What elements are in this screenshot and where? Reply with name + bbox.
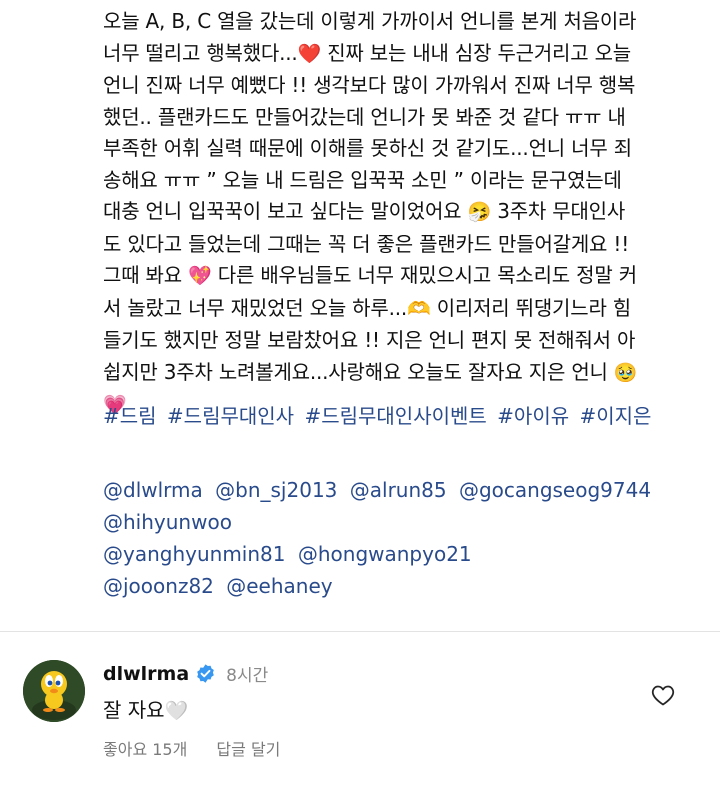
comment-header: dlwlrma 8시간 bbox=[103, 661, 269, 687]
mention-list: @dlwlrma @bn_sj2013 @alrun85 @gocangseog… bbox=[103, 474, 657, 602]
caption-line: 그때 봐요 💖 다른 배우님들도 너무 재밌으시고 목소리도 정말 커 bbox=[103, 263, 637, 287]
caption-line: 했던.. 플랜카드도 만들어갔는데 언니가 못 봐준 것 같다 ㅠㅠ 내 bbox=[103, 104, 626, 129]
mention-link[interactable]: @hihyunwoo bbox=[103, 510, 232, 534]
mention-link[interactable]: @bn_sj2013 bbox=[215, 478, 337, 502]
caption-line: 대충 언니 입꾹꾹이 보고 싶다는 말이었어요 🤧 3주차 무대인사 bbox=[103, 199, 626, 223]
verified-badge-icon bbox=[197, 664, 214, 683]
mention-line: @dlwlrma @bn_sj2013 @alrun85 @gocangseog… bbox=[103, 474, 657, 506]
comment-username[interactable]: dlwlrma bbox=[103, 663, 189, 685]
hashtag-link[interactable]: #드림무대인사 bbox=[167, 404, 294, 428]
mention-link[interactable]: @hongwanpyo21 bbox=[298, 542, 472, 566]
likes-count[interactable]: 좋아요 15개 bbox=[103, 740, 187, 759]
caption-line: 도 있다고 들었는데 그때는 꼭 더 좋은 플랜카드 만들어갈게요 !! bbox=[103, 231, 630, 256]
caption-line: 부족한 어휘 실력 때문에 이해를 못하신 것 같기도...언니 너무 죄 bbox=[103, 136, 632, 160]
heart-outline-icon[interactable] bbox=[651, 684, 675, 706]
sneezing-face-emoji: 🤧 bbox=[467, 201, 492, 223]
mention-link[interactable]: @gocangseog9744 bbox=[459, 478, 651, 502]
mention-link[interactable]: @eehaney bbox=[226, 574, 332, 598]
caption-line: 오늘 A, B, C 열을 갔는데 이렇게 가까이서 언니를 본게 처음이라 bbox=[103, 9, 637, 33]
heart-hands-emoji: 🫶 bbox=[407, 297, 431, 320]
comment-body: 잘 자요🤍 bbox=[103, 698, 189, 722]
avatar[interactable] bbox=[23, 660, 85, 722]
caption-line: 쉽지만 3주차 노려볼게요...사랑해요 오늘도 잘자요 지은 언니 🥹 bbox=[103, 359, 638, 384]
red-heart-emoji: ❤️ bbox=[297, 42, 322, 65]
mention-link[interactable]: @yanghyunmin81 bbox=[103, 542, 286, 566]
caption-line: 너무 떨리고 행복했다...❤️ 진짜 보는 내내 심장 두근거리고 오늘 bbox=[103, 40, 632, 65]
section-divider bbox=[0, 631, 720, 632]
caption-line: 들기도 했지만 정말 보람찼어요 !! 지은 언니 편지 못 전해줘서 아 bbox=[103, 328, 636, 352]
mention-link[interactable]: @alrun85 bbox=[350, 478, 447, 502]
hashtag-link[interactable]: #이지은 bbox=[580, 404, 652, 428]
mention-link[interactable]: @jooonz82 bbox=[103, 574, 214, 598]
pleading-face-emoji: 🥹 bbox=[613, 361, 638, 384]
caption-line: 서 놀랐고 너무 재밌었던 오늘 하루...🫶 이리저리 뛰댕기느라 힘 bbox=[103, 295, 632, 320]
sparkling-heart-emoji: 💖 bbox=[188, 265, 212, 287]
mention-line: @yanghyunmin81 @hongwanpyo21 bbox=[103, 538, 657, 570]
comment-actions: 좋아요 15개 답글 달기 bbox=[103, 736, 280, 760]
white-heart-emoji: 🤍 bbox=[164, 700, 189, 722]
mention-link[interactable]: @dlwlrma bbox=[103, 478, 203, 502]
comment-timestamp: 8시간 bbox=[226, 666, 269, 686]
hashtag-list: #드림 #드림무대인사 #드림무대인사이벤트 #아이유 #이지은 bbox=[103, 401, 655, 432]
mention-line: @hihyunwoo bbox=[103, 506, 657, 538]
hashtag-link[interactable]: #드림무대인사이벤트 bbox=[304, 404, 486, 428]
hashtag-link[interactable]: #아이유 bbox=[497, 404, 569, 428]
reply-button[interactable]: 답글 달기 bbox=[216, 740, 280, 759]
post-caption: 오늘 A, B, C 열을 갔는데 이렇게 가까이서 언니를 본게 처음이라 너… bbox=[103, 6, 703, 422]
caption-line: 언니 진짜 너무 예뻤다 !! 생각보다 많이 가까워서 진짜 너무 행복 bbox=[103, 73, 636, 97]
tweety-bird-avatar-icon bbox=[23, 660, 85, 722]
mention-line: @jooonz82 @eehaney bbox=[103, 570, 657, 602]
caption-line: 송해요 ㅠㅠ ” 오늘 내 드림은 입꾹꾹 소민 ” 이라는 문구였는데 bbox=[103, 167, 622, 192]
hashtag-link[interactable]: #드림 bbox=[103, 404, 157, 428]
